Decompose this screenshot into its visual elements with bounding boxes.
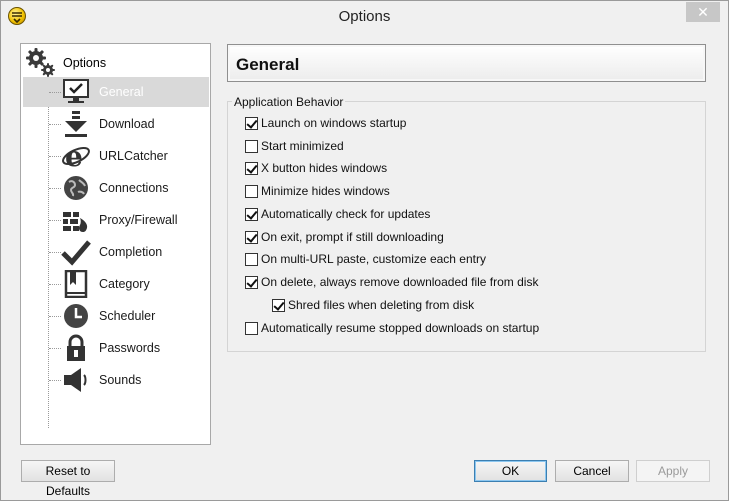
svg-text:e: e	[65, 142, 83, 170]
option-x-button-hides[interactable]: X button hides windows	[245, 160, 387, 176]
padlock-icon	[67, 334, 85, 361]
tree-item-sounds[interactable]: Sounds	[23, 365, 209, 395]
tree-item-label: Sounds	[99, 373, 142, 387]
firewall-icon	[63, 212, 88, 232]
option-exit-prompt[interactable]: On exit, prompt if still downloading	[245, 229, 444, 245]
checkbox[interactable]	[245, 161, 258, 175]
option-label: Start minimized	[261, 139, 344, 153]
option-delete-remove-file[interactable]: On delete, always remove downloaded file…	[245, 274, 538, 290]
option-label: Launch on windows startup	[261, 116, 407, 130]
speaker-icon	[64, 368, 87, 392]
checkbox[interactable]	[245, 230, 258, 244]
option-start-minimized[interactable]: Start minimized	[245, 138, 344, 154]
monitor-check-icon	[63, 79, 89, 103]
tree-item-urlcatcher[interactable]: e URLCatcher	[23, 141, 209, 171]
options-window: Options ✕ Options General Download e URL…	[0, 0, 729, 501]
ok-button[interactable]: OK	[474, 460, 547, 482]
option-auto-resume[interactable]: Automatically resume stopped downloads o…	[245, 320, 539, 336]
option-label: Automatically resume stopped downloads o…	[261, 321, 540, 335]
checkbox[interactable]	[245, 252, 258, 266]
tree-root-options[interactable]: Options	[25, 47, 205, 77]
option-label: Shred files when deleting from disk	[288, 298, 475, 312]
option-label: X button hides windows	[261, 161, 388, 175]
group-title: Application Behavior	[232, 95, 346, 109]
option-launch-on-startup[interactable]: Launch on windows startup	[245, 115, 406, 131]
apply-button[interactable]: Apply	[636, 460, 710, 482]
tree-item-label: URLCatcher	[99, 149, 168, 163]
option-check-updates[interactable]: Automatically check for updates	[245, 206, 430, 222]
tree-item-connections[interactable]: Connections	[23, 173, 209, 203]
globe-icon	[64, 176, 88, 200]
tree-item-label: Connections	[99, 181, 169, 195]
option-multi-url-paste[interactable]: On multi-URL paste, customize each entry	[245, 251, 486, 267]
checkbox[interactable]	[245, 321, 258, 335]
tree-item-passwords[interactable]: Passwords	[23, 333, 209, 363]
window-title: Options	[338, 8, 391, 25]
checkmark-icon	[61, 240, 91, 266]
tree-item-category[interactable]: Category	[23, 269, 209, 299]
tree-item-proxy-firewall[interactable]: Proxy/Firewall	[23, 205, 209, 235]
section-header: General	[227, 44, 706, 82]
gears-icon	[26, 48, 55, 77]
clock-icon	[64, 304, 88, 328]
title-bar[interactable]: Options ✕	[1, 1, 728, 31]
tree-item-label: Proxy/Firewall	[99, 213, 178, 227]
ie-logo-icon: e	[62, 142, 90, 170]
option-label: Minimize hides windows	[261, 184, 390, 198]
checkbox[interactable]	[245, 184, 258, 198]
tree-item-label: Download	[99, 117, 155, 131]
tree-item-scheduler[interactable]: Scheduler	[23, 301, 209, 331]
tree-item-label: General	[99, 85, 144, 99]
option-label: On exit, prompt if still downloading	[261, 230, 444, 244]
download-arrow-icon	[65, 111, 87, 137]
checkbox[interactable]	[245, 116, 258, 130]
tree-root-label: Options	[63, 56, 107, 70]
tree-item-label: Scheduler	[99, 309, 156, 323]
tree-item-download[interactable]: Download	[23, 109, 209, 139]
option-shred-files[interactable]: Shred files when deleting from disk	[272, 297, 474, 313]
tree-item-label: Category	[99, 277, 150, 291]
tree-item-completion[interactable]: Completion	[23, 237, 209, 267]
close-button[interactable]: ✕	[686, 2, 720, 22]
option-label: On multi-URL paste, customize each entry	[261, 252, 486, 266]
option-label: On delete, always remove downloaded file…	[261, 275, 539, 289]
cancel-button[interactable]: Cancel	[555, 460, 629, 482]
checkbox[interactable]	[245, 275, 258, 289]
book-icon	[64, 270, 88, 298]
checkbox[interactable]	[272, 298, 285, 312]
option-label: Automatically check for updates	[261, 207, 431, 221]
option-minimize-hides[interactable]: Minimize hides windows	[245, 183, 390, 199]
checkbox[interactable]	[245, 139, 258, 153]
tree-item-label: Passwords	[99, 341, 161, 355]
tree-item-label: Completion	[99, 245, 163, 259]
reset-to-defaults-button[interactable]: Reset to Defaults	[21, 460, 115, 498]
checkbox[interactable]	[245, 207, 258, 221]
options-tree[interactable]: Options General Download e URLCatcher Co…	[20, 43, 211, 445]
tree-item-general[interactable]: General	[23, 77, 209, 107]
section-title: General	[236, 55, 300, 74]
